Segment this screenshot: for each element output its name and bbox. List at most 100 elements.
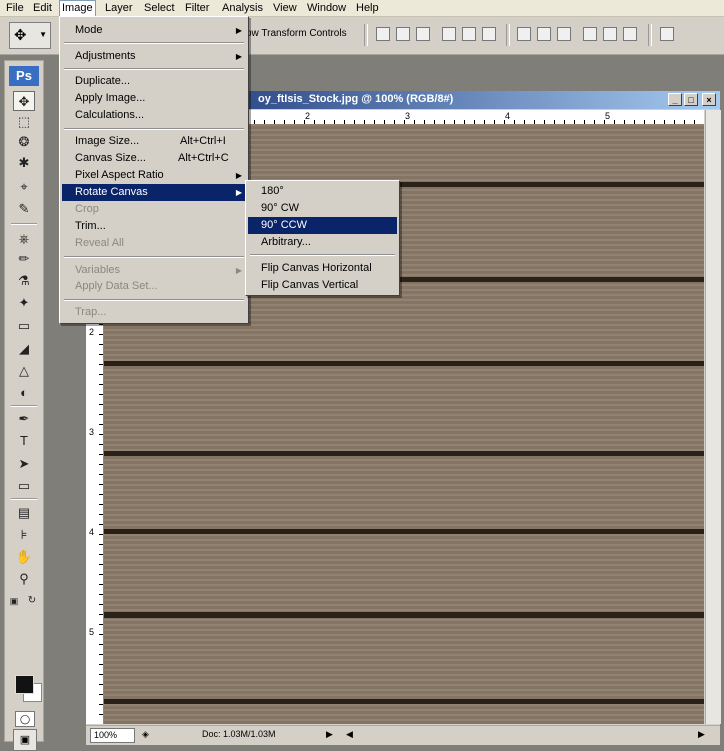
menu-item-variables[interactable]: Variables ▶ bbox=[62, 262, 246, 279]
align-top-icon[interactable] bbox=[376, 27, 390, 41]
zoom-level-field[interactable]: 100% bbox=[90, 728, 135, 743]
distribute-right-icon[interactable] bbox=[623, 27, 637, 41]
submenu-arrow-icon: ▶ bbox=[235, 26, 242, 35]
ruler-h-label: 2 bbox=[305, 111, 311, 121]
close-button[interactable]: × bbox=[702, 93, 716, 106]
align-vertical-center-icon[interactable] bbox=[396, 27, 410, 41]
quick-mask-button[interactable]: ◯ bbox=[15, 711, 35, 727]
menu-item-label: Calculations... bbox=[75, 109, 145, 121]
menu-item-rotate-arbitrary[interactable]: Arbitrary... bbox=[248, 234, 397, 251]
shape-tool-icon[interactable]: ▭ bbox=[13, 476, 35, 496]
screen-mode-button[interactable]: ▣ bbox=[13, 729, 37, 751]
menu-item-crop[interactable]: Crop bbox=[62, 201, 246, 218]
menu-file[interactable]: File bbox=[3, 0, 27, 16]
menu-item-label: Variables bbox=[75, 264, 121, 276]
menu-item-apply-data-set[interactable]: Apply Data Set... bbox=[62, 278, 246, 295]
crop-tool-icon[interactable]: ⌖ bbox=[13, 177, 35, 197]
options-separator bbox=[506, 24, 510, 46]
foreground-color-swatch[interactable] bbox=[15, 675, 34, 694]
menu-item-label: 90° CW bbox=[261, 202, 300, 214]
menu-item-flip-vertical[interactable]: Flip Canvas Vertical bbox=[248, 277, 397, 294]
menu-item-rotate-90-cw[interactable]: 90° CW bbox=[248, 200, 397, 217]
notes-tool-icon[interactable]: ▤ bbox=[13, 503, 35, 523]
scroll-right-icon[interactable]: ▶ bbox=[698, 729, 705, 740]
distribute-top-icon[interactable] bbox=[517, 27, 531, 41]
submenu-arrow-icon: ▶ bbox=[235, 266, 242, 275]
tool-preset-picker[interactable]: ✥ ▼ bbox=[9, 22, 51, 49]
status-dropdown-icon[interactable]: ▶ bbox=[326, 729, 333, 740]
distribute-left-icon[interactable] bbox=[583, 27, 597, 41]
ps-logo[interactable]: Ps bbox=[9, 66, 39, 86]
options-separator bbox=[648, 24, 652, 46]
menu-image[interactable]: Image bbox=[59, 0, 96, 17]
doc-size-info: Doc: 1.03M/1.03M bbox=[202, 729, 276, 739]
history-brush-tool-icon[interactable]: ✦ bbox=[13, 293, 35, 313]
type-tool-icon[interactable]: T bbox=[13, 431, 35, 451]
minimize-button[interactable]: _ bbox=[668, 93, 682, 106]
dodge-tool-icon[interactable]: ◐ bbox=[13, 383, 35, 403]
scroll-left-icon[interactable]: ◀ bbox=[346, 729, 353, 740]
brush-tool-icon[interactable]: ✏ bbox=[13, 249, 35, 269]
path-selection-tool-icon[interactable]: ➤ bbox=[13, 454, 35, 474]
marquee-tool-icon[interactable]: ⬚ bbox=[13, 112, 35, 132]
menu-separator bbox=[250, 254, 395, 256]
menu-item-rotate-90-ccw[interactable]: 90° CCW bbox=[248, 217, 397, 234]
paint-bucket-tool-icon[interactable]: ◢ bbox=[13, 339, 35, 359]
distribute-bottom-icon[interactable] bbox=[557, 27, 571, 41]
menu-analysis[interactable]: Analysis bbox=[219, 0, 266, 16]
menu-separator bbox=[64, 42, 244, 44]
zoom-tool-icon[interactable]: ⚲ bbox=[13, 569, 35, 589]
show-transform-controls-label[interactable]: ow Transform Controls bbox=[246, 28, 347, 39]
menu-item-reveal-all[interactable]: Reveal All bbox=[62, 235, 246, 252]
eyedropper-tool-icon[interactable]: ⊧ bbox=[13, 525, 35, 545]
swap-colors-icon[interactable]: ↻ bbox=[25, 591, 39, 611]
clone-stamp-tool-icon[interactable]: ⚗ bbox=[13, 271, 35, 291]
align-horizontal-center-icon[interactable] bbox=[462, 27, 476, 41]
lasso-tool-icon[interactable]: ❂ bbox=[13, 132, 35, 152]
menu-separator bbox=[64, 299, 244, 301]
menu-item-mode[interactable]: Mode ▶ bbox=[62, 22, 246, 39]
distribute-horizontal-center-icon[interactable] bbox=[603, 27, 617, 41]
menu-item-image-size[interactable]: Image Size... Alt+Ctrl+I bbox=[62, 133, 246, 150]
menu-view[interactable]: View bbox=[270, 0, 300, 16]
align-bottom-icon[interactable] bbox=[416, 27, 430, 41]
menu-layer[interactable]: Layer bbox=[102, 0, 136, 16]
menu-item-trap[interactable]: Trap... bbox=[62, 304, 246, 321]
menu-window[interactable]: Window bbox=[304, 0, 349, 16]
default-colors-icon[interactable]: ▣ bbox=[7, 591, 21, 611]
menu-help[interactable]: Help bbox=[353, 0, 382, 16]
ruler-v-label: 2 bbox=[89, 327, 95, 337]
menu-item-rotate-canvas[interactable]: Rotate Canvas ▶ bbox=[62, 184, 246, 201]
menu-item-canvas-size[interactable]: Canvas Size... Alt+Ctrl+C bbox=[62, 150, 246, 167]
menu-item-duplicate[interactable]: Duplicate... bbox=[62, 73, 246, 90]
align-left-icon[interactable] bbox=[442, 27, 456, 41]
menu-item-adjustments[interactable]: Adjustments ▶ bbox=[62, 48, 246, 65]
vertical-scrollbar[interactable] bbox=[705, 110, 721, 724]
menu-select[interactable]: Select bbox=[141, 0, 178, 16]
healing-brush-tool-icon[interactable]: ⎈ bbox=[13, 229, 35, 249]
maximize-button[interactable]: □ bbox=[684, 93, 698, 106]
align-right-icon[interactable] bbox=[482, 27, 496, 41]
status-menu-icon[interactable]: ◈ bbox=[142, 729, 149, 740]
submenu-arrow-icon: ▶ bbox=[235, 52, 242, 61]
menu-item-trim[interactable]: Trim... bbox=[62, 218, 246, 235]
move-tool-icon[interactable]: ✥ bbox=[13, 91, 35, 111]
menu-item-apply-image[interactable]: Apply Image... bbox=[62, 90, 246, 107]
menu-item-rotate-180[interactable]: 180° bbox=[248, 183, 397, 200]
hand-tool-icon[interactable]: ✋ bbox=[13, 547, 35, 567]
menu-item-pixel-aspect-ratio[interactable]: Pixel Aspect Ratio ▶ bbox=[62, 167, 246, 184]
menu-item-calculations[interactable]: Calculations... bbox=[62, 107, 246, 124]
pen-tool-icon[interactable]: ✒ bbox=[13, 409, 35, 429]
magic-wand-tool-icon[interactable]: ✱ bbox=[13, 153, 35, 173]
distribute-vertical-center-icon[interactable] bbox=[537, 27, 551, 41]
menu-item-label: Arbitrary... bbox=[261, 236, 311, 248]
ruler-h-label: 3 bbox=[405, 111, 411, 121]
menu-item-flip-horizontal[interactable]: Flip Canvas Horizontal bbox=[248, 260, 397, 277]
move-tool-icon: ✥ bbox=[14, 27, 27, 44]
menu-filter[interactable]: Filter bbox=[182, 0, 212, 16]
auto-align-layers-icon[interactable] bbox=[660, 27, 674, 41]
eraser-tool-icon[interactable]: ▭ bbox=[13, 316, 35, 336]
blur-tool-icon[interactable]: △ bbox=[13, 361, 35, 381]
slice-tool-icon[interactable]: ✎ bbox=[13, 199, 35, 219]
menu-edit[interactable]: Edit bbox=[30, 0, 55, 16]
